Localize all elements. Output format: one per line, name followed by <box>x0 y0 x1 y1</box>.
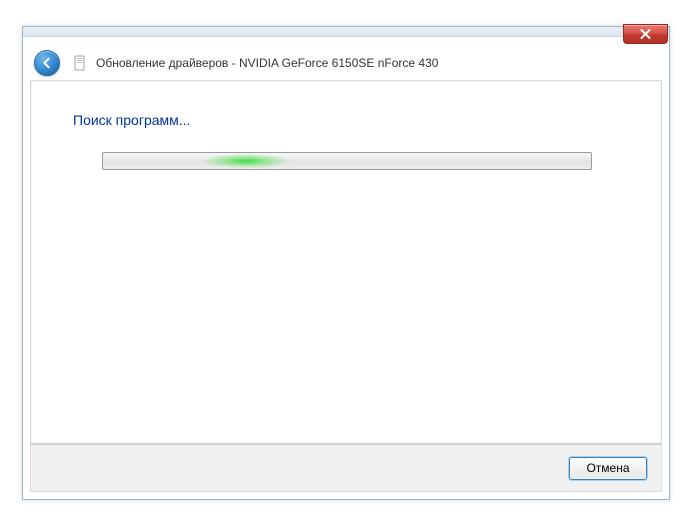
back-arrow-icon <box>40 56 54 70</box>
cancel-button[interactable]: Отмена <box>569 457 647 480</box>
window-title: Обновление драйверов - NVIDIA GeForce 61… <box>96 56 438 70</box>
wizard-icon <box>72 55 88 71</box>
close-button[interactable] <box>623 24 668 44</box>
close-icon <box>640 29 651 39</box>
titlebar <box>23 27 669 37</box>
progress-heading: Поиск программ... <box>73 112 190 128</box>
header-row: Обновление драйверов - NVIDIA GeForce 61… <box>34 48 658 78</box>
progress-marquee-glow <box>191 153 301 169</box>
footer-panel: Отмена <box>30 444 662 492</box>
content-panel <box>30 80 662 444</box>
back-button[interactable] <box>34 50 60 76</box>
progress-bar <box>102 152 592 170</box>
